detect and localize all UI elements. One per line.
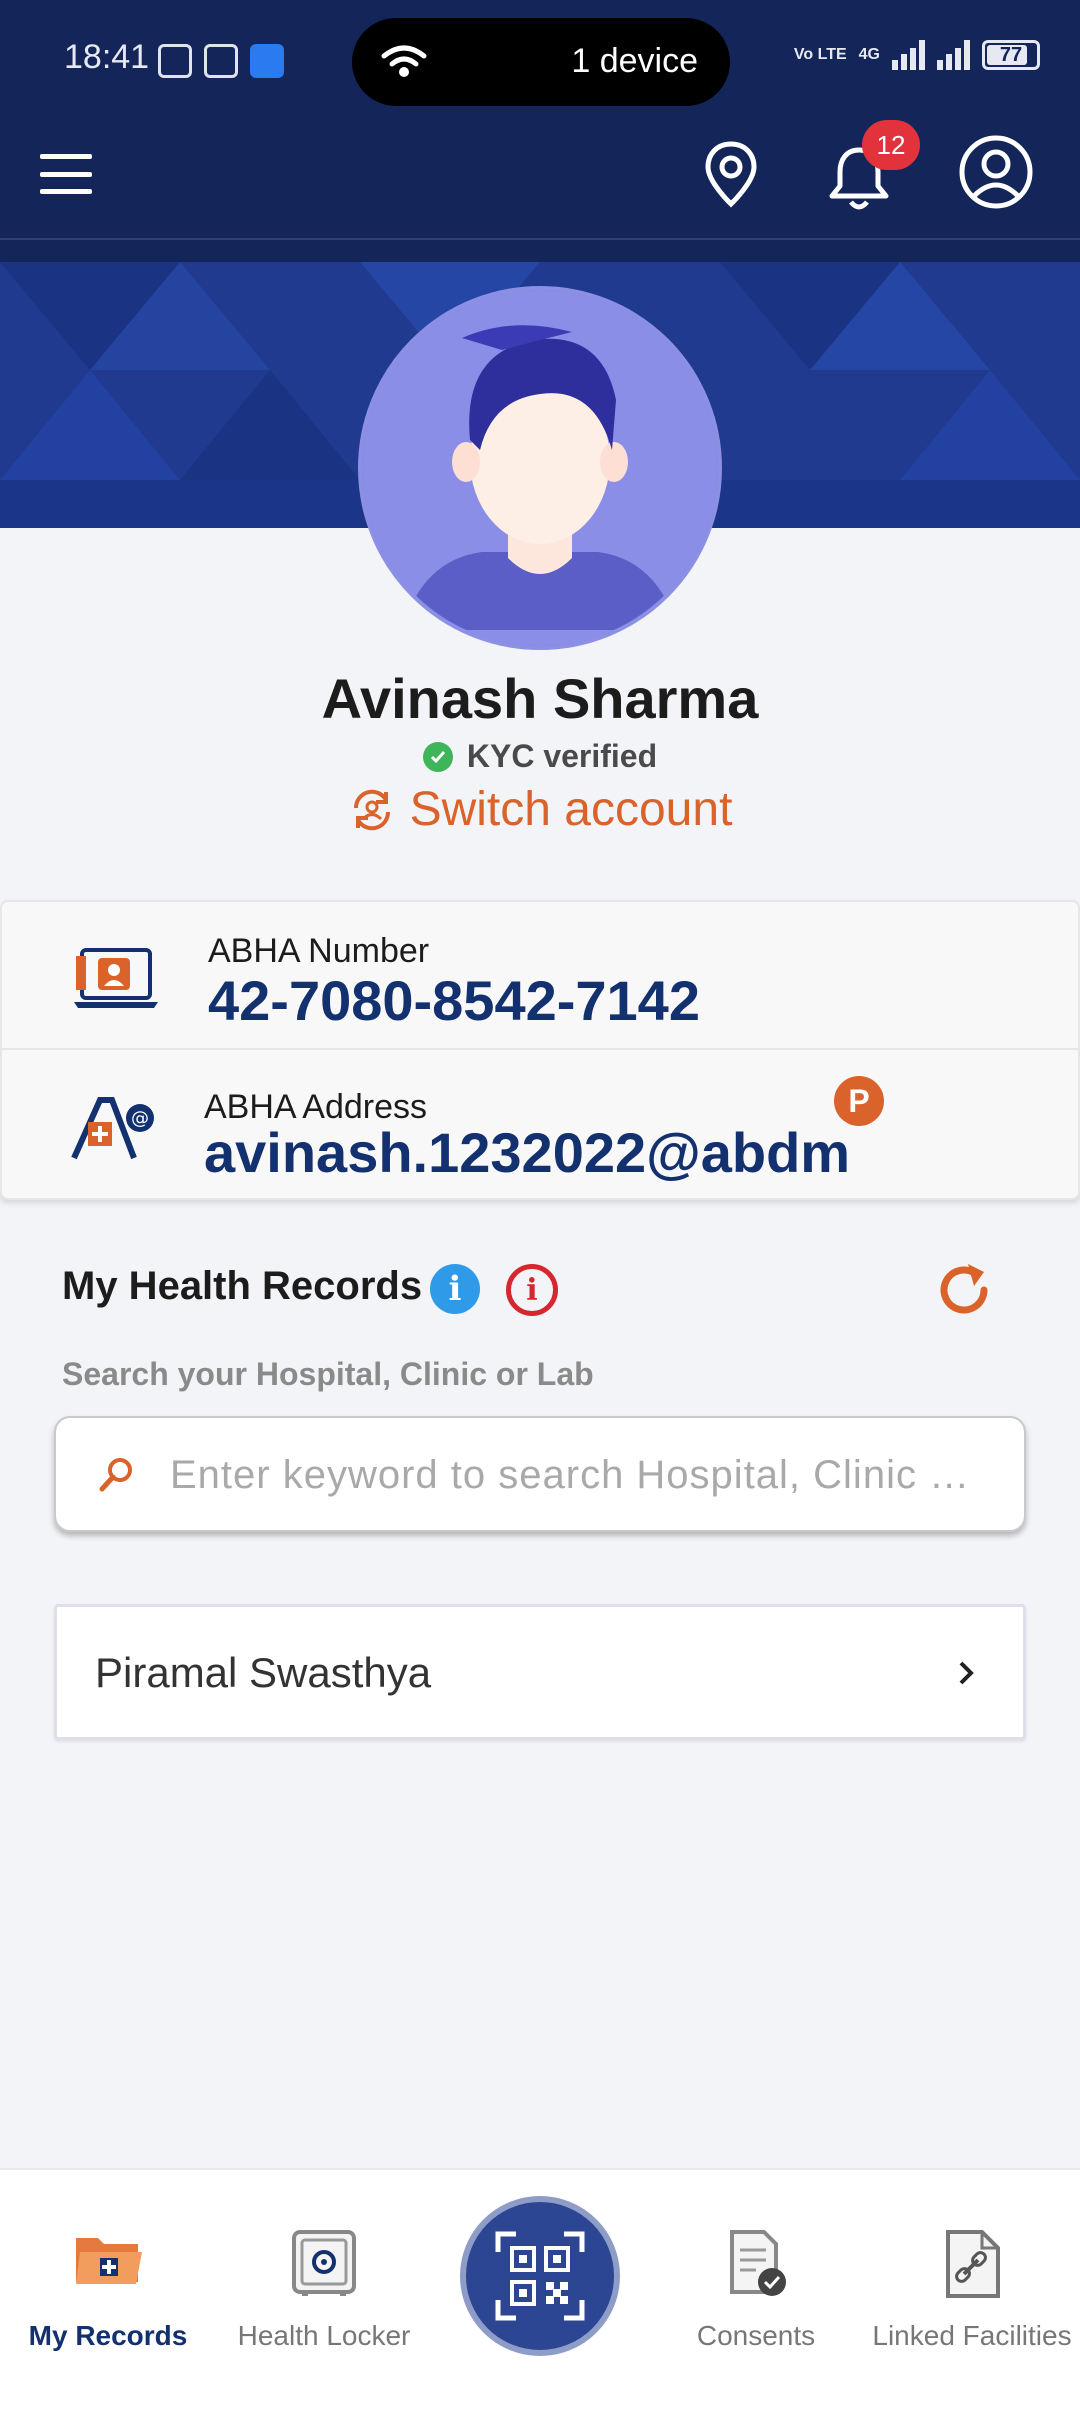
teams-icon: [158, 44, 192, 78]
nav-health-locker[interactable]: Health Locker: [216, 2170, 432, 2412]
linked-document-icon: [946, 2230, 1000, 2298]
signal-icon: [892, 40, 925, 70]
abha-number-row[interactable]: ABHA Number 42-7080-8542-7142: [2, 902, 1080, 1050]
profile-icon[interactable]: [958, 134, 1034, 210]
nav-label-consents: Consents: [696, 2320, 816, 2351]
avatar-illustration: [362, 290, 718, 646]
nav-label-health-locker: Health Locker: [237, 2320, 411, 2351]
qr-scan-button[interactable]: [460, 2196, 620, 2356]
signal-icon-2: [937, 40, 970, 70]
search-caption: Search your Hospital, Clinic or Lab: [62, 1356, 594, 1392]
records-title: My Health Records: [62, 1264, 423, 1308]
switch-account-label: Switch account: [409, 783, 733, 836]
check-circle-icon: [422, 741, 453, 772]
android-app-icon: [250, 44, 284, 78]
status-time: 18:41: [64, 38, 150, 76]
menu-icon[interactable]: [40, 154, 92, 194]
safe-locker-icon: [292, 2230, 356, 2296]
refresh-icon[interactable]: [934, 1260, 996, 1322]
location-pin-icon[interactable]: [700, 140, 762, 210]
abha-address-row[interactable]: @ ABHA Address avinash.1232022@abdm: [2, 1052, 1080, 1200]
notification-badge: 12: [862, 120, 920, 170]
primary-address-badge: P: [834, 1076, 884, 1126]
abha-number-value: 42-7080-8542-7142: [208, 969, 700, 1032]
volte-label: Vo LTE: [793, 46, 847, 63]
folder-plus-icon: [76, 2238, 142, 2284]
kyc-label: KYC verified: [466, 738, 658, 774]
facility-item[interactable]: Piramal Swasthya: [54, 1604, 1026, 1740]
nav-consents[interactable]: Consents: [648, 2170, 864, 2412]
consent-document-icon: [730, 2230, 786, 2296]
search-icon: [99, 1458, 132, 1492]
search-input[interactable]: [170, 1442, 1010, 1508]
hotspot-indicator[interactable]: 1 device: [352, 18, 730, 106]
switch-account-button[interactable]: Switch account: [0, 782, 1080, 837]
status-app-icons: [158, 44, 284, 78]
app-bar: 12: [0, 108, 1080, 240]
abha-card: ABHA Number 42-7080-8542-7142 @ ABHA Add…: [0, 900, 1080, 1200]
nav-label-linked-facilities: Linked Facilities: [872, 2320, 1072, 2351]
alert-info-icon[interactable]: i: [506, 1264, 558, 1316]
nav-my-records[interactable]: My Records: [0, 2170, 216, 2412]
switch-account-icon: [353, 789, 390, 830]
abha-address-value: avinash.1232022@abdm: [204, 1121, 851, 1184]
calculator-icon: [204, 44, 238, 78]
qr-scan-icon: [495, 2231, 585, 2321]
hotspot-text: 1 device: [571, 42, 698, 80]
battery-icon: 77: [982, 40, 1040, 70]
avatar[interactable]: [358, 286, 722, 650]
battery-level: 77: [999, 43, 1023, 66]
chevron-right-icon: [959, 1661, 974, 1685]
abha-address-icon: @: [71, 1097, 154, 1160]
user-name: Avinash Sharma: [321, 667, 759, 730]
search-box[interactable]: [54, 1416, 1026, 1532]
id-card-icon: [74, 948, 158, 1008]
svg-text:@: @: [131, 1108, 149, 1129]
info-icon[interactable]: i: [430, 1264, 480, 1314]
network-type-label: 4G: [858, 46, 880, 63]
hotspot-icon: [381, 45, 427, 77]
nav-label-my-records: My Records: [28, 2320, 188, 2351]
status-bar: 18:41 1 device Vo LTE 4G 77: [0, 0, 1080, 108]
nav-linked-facilities[interactable]: Linked Facilities: [864, 2170, 1080, 2412]
abha-number-label: ABHA Number: [208, 932, 430, 970]
kyc-status: KYC verified: [0, 738, 1080, 775]
status-indicators: Vo LTE 4G 77: [794, 40, 1040, 70]
facility-name: Piramal Swasthya: [95, 1649, 432, 1696]
